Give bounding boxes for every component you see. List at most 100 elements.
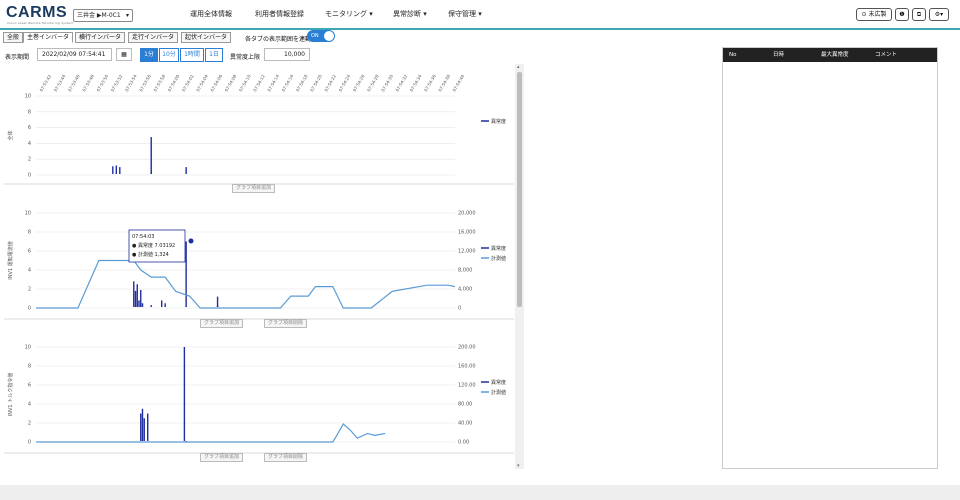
x-tick-label: 07:54:00 <box>167 73 181 92</box>
toggle-label: ON <box>311 33 319 39</box>
y2-tick-label: 12,000 <box>458 249 476 255</box>
x-tick-label: 07:54:26 <box>352 73 366 92</box>
y2-tick-label: 16,000 <box>458 230 476 236</box>
y-tick-label: 2 <box>28 287 31 293</box>
x-tick-label: 07:53:42 <box>39 73 53 92</box>
tooltip-anomaly: ● 異常度 7.03192 <box>132 242 175 249</box>
chart-scrollbar[interactable]: ▴ ▾ <box>515 64 524 469</box>
legend-label: 異常度 <box>491 118 506 125</box>
chevron-down-icon: ▾ <box>125 12 129 19</box>
app-logo[interactable]: CARMS <box>6 4 67 22</box>
display-period-label: 表示期間 <box>5 54 30 61</box>
site-selector[interactable]: 三井金 ▶M-0C1 ▾ <box>73 9 133 22</box>
x-tick-label: 07:54:28 <box>366 73 380 92</box>
y2-tick-label: 4,000 <box>458 287 472 293</box>
anomaly-upper-label: 異常度上限 <box>230 54 261 61</box>
y-tick-label: 4 <box>28 402 31 408</box>
x-tick-label: 07:54:16 <box>281 73 295 92</box>
x-tick-label: 07:54:12 <box>252 73 266 92</box>
x-tick-label: 07:53:52 <box>110 73 124 92</box>
y-tick-label: 8 <box>28 109 31 115</box>
user-button[interactable]: ⊙ 末広製 <box>856 8 892 21</box>
series-line-measured <box>36 423 386 443</box>
column-datetime[interactable]: 日時 <box>773 48 784 62</box>
site-selector-value: 三井金 ▶M-0C1 <box>77 12 121 19</box>
y-tick-label: 6 <box>28 383 31 389</box>
anomaly-upper-input[interactable]: 10,000 <box>264 48 310 61</box>
x-tick-label: 07:53:58 <box>152 73 166 92</box>
column-max-anomaly[interactable]: 最大異常度 <box>821 48 849 62</box>
remove-graph-button[interactable]: グラフ項目削除 <box>264 319 308 328</box>
settings-icon[interactable]: ⚙▾ <box>929 8 949 21</box>
y-tick-label: 0 <box>28 173 31 179</box>
x-tick-label: 07:54:02 <box>181 73 195 92</box>
charts-container: 07:53:42 07:53:44 07:53:46 07:53:48 07:53:50… <box>4 73 514 454</box>
add-graph-button[interactable]: グラフ項目追加 <box>232 184 276 193</box>
x-tick-label: 07:54:20 <box>309 73 323 92</box>
nav-item-maintenance[interactable]: 保守管理 ▾ <box>448 9 482 19</box>
toggle-knob <box>324 31 334 41</box>
y-tick-label: 6 <box>28 125 31 131</box>
link-tabs-label: 各タブの表示範囲を連動 <box>245 36 312 43</box>
x-tick-label: 07:54:32 <box>395 73 409 92</box>
tab-luffing-inverter[interactable]: 起伏インバータ <box>181 32 232 43</box>
y2-tick-label: 8,000 <box>458 268 472 274</box>
x-tick-label: 07:53:56 <box>138 73 152 92</box>
info-icon[interactable]: ❶ <box>895 8 909 21</box>
tab-hoist-inverter[interactable]: 主巻インバータ <box>23 32 74 43</box>
display-period-input[interactable]: 2022/02/09 07:54:41 <box>37 48 112 61</box>
nav-item-user-registration[interactable]: 利用者情報登録 <box>255 9 304 19</box>
nav-item-monitoring[interactable]: モニタリング ▾ <box>325 9 373 19</box>
y-tick-label: 0 <box>28 440 31 446</box>
x-tick-label: 07:54:40 <box>452 73 466 92</box>
y2-tick-label: 160.00 <box>458 364 476 370</box>
legend-label: 異常度 <box>491 245 506 252</box>
range-1hour[interactable]: 1時間 <box>180 48 204 62</box>
nav-item-overview[interactable]: 運用全体情報 <box>190 9 232 19</box>
link-tabs-toggle[interactable]: ON <box>307 30 335 42</box>
y2-tick-label: 200.00 <box>458 345 476 351</box>
scroll-down-icon[interactable]: ▾ <box>517 463 520 469</box>
add-graph-button[interactable]: グラフ項目追加 <box>200 319 244 328</box>
x-tick-label: 07:54:18 <box>295 73 309 92</box>
y-axis-label: 全体 <box>7 130 14 140</box>
chat-icon[interactable]: ⧉ <box>912 8 926 21</box>
tab-travel-inverter[interactable]: 走行インバータ <box>128 32 179 43</box>
scrollbar-thumb[interactable] <box>517 72 522 307</box>
x-tick-label: 07:54:24 <box>338 73 352 92</box>
range-1min[interactable]: 1分 <box>140 48 158 62</box>
chart-inv1-current: 0 0 2 4,000 4 8,000 6 12,000 8 16,000 10 20,000 INV1… <box>4 211 514 320</box>
nav-item-anomaly-diagnosis[interactable]: 異常診断 ▾ <box>393 9 427 19</box>
y2-tick-label: 120.00 <box>458 383 476 389</box>
top-bar: CARMS Cloud Asset Remote Monitoring Syst… <box>0 0 960 30</box>
anomaly-list-header: No 日時 最大異常度 コメント <box>723 48 937 62</box>
x-tick-label: 07:53:54 <box>124 73 138 92</box>
y-tick-label: 8 <box>28 364 31 370</box>
y-axis-label: INV1 トルク指令値 <box>7 373 14 416</box>
y-tick-label: 4 <box>28 268 31 274</box>
tab-traverse-inverter[interactable]: 横行インバータ <box>75 32 126 43</box>
remove-graph-button[interactable]: グラフ項目削除 <box>264 453 308 462</box>
y2-tick-label: 80.00 <box>458 402 472 408</box>
range-1day[interactable]: 1日 <box>205 48 223 62</box>
x-tick-label: 07:54:22 <box>323 73 337 92</box>
column-comment[interactable]: コメント <box>875 48 897 62</box>
series-line-measured <box>36 259 456 309</box>
y2-tick-label: 0.00 <box>458 440 469 446</box>
logo-subtitle: Cloud Asset Remote Monitoring System <box>7 21 74 25</box>
tab-general[interactable]: 全般 <box>3 32 24 43</box>
y-tick-label: 8 <box>28 230 31 236</box>
column-no[interactable]: No <box>729 48 736 62</box>
scroll-up-icon[interactable]: ▴ <box>517 64 520 70</box>
calendar-icon[interactable]: ▦ <box>116 48 132 61</box>
y-tick-label: 2 <box>28 421 31 427</box>
legend-label: 異常度 <box>491 379 506 386</box>
y-axis-label: INV1 運転電流値 <box>7 241 14 279</box>
y-tick-label: 2 <box>28 157 31 163</box>
chart-overall: 0 2 4 6 8 10 全体 異常度 <box>4 94 514 185</box>
y-tick-label: 0 <box>28 306 31 312</box>
x-tick-label: 07:54:36 <box>423 73 437 92</box>
x-tick-label: 07:54:34 <box>409 73 423 92</box>
range-10min[interactable]: 10分 <box>159 48 179 62</box>
add-graph-button[interactable]: グラフ項目追加 <box>200 453 244 462</box>
